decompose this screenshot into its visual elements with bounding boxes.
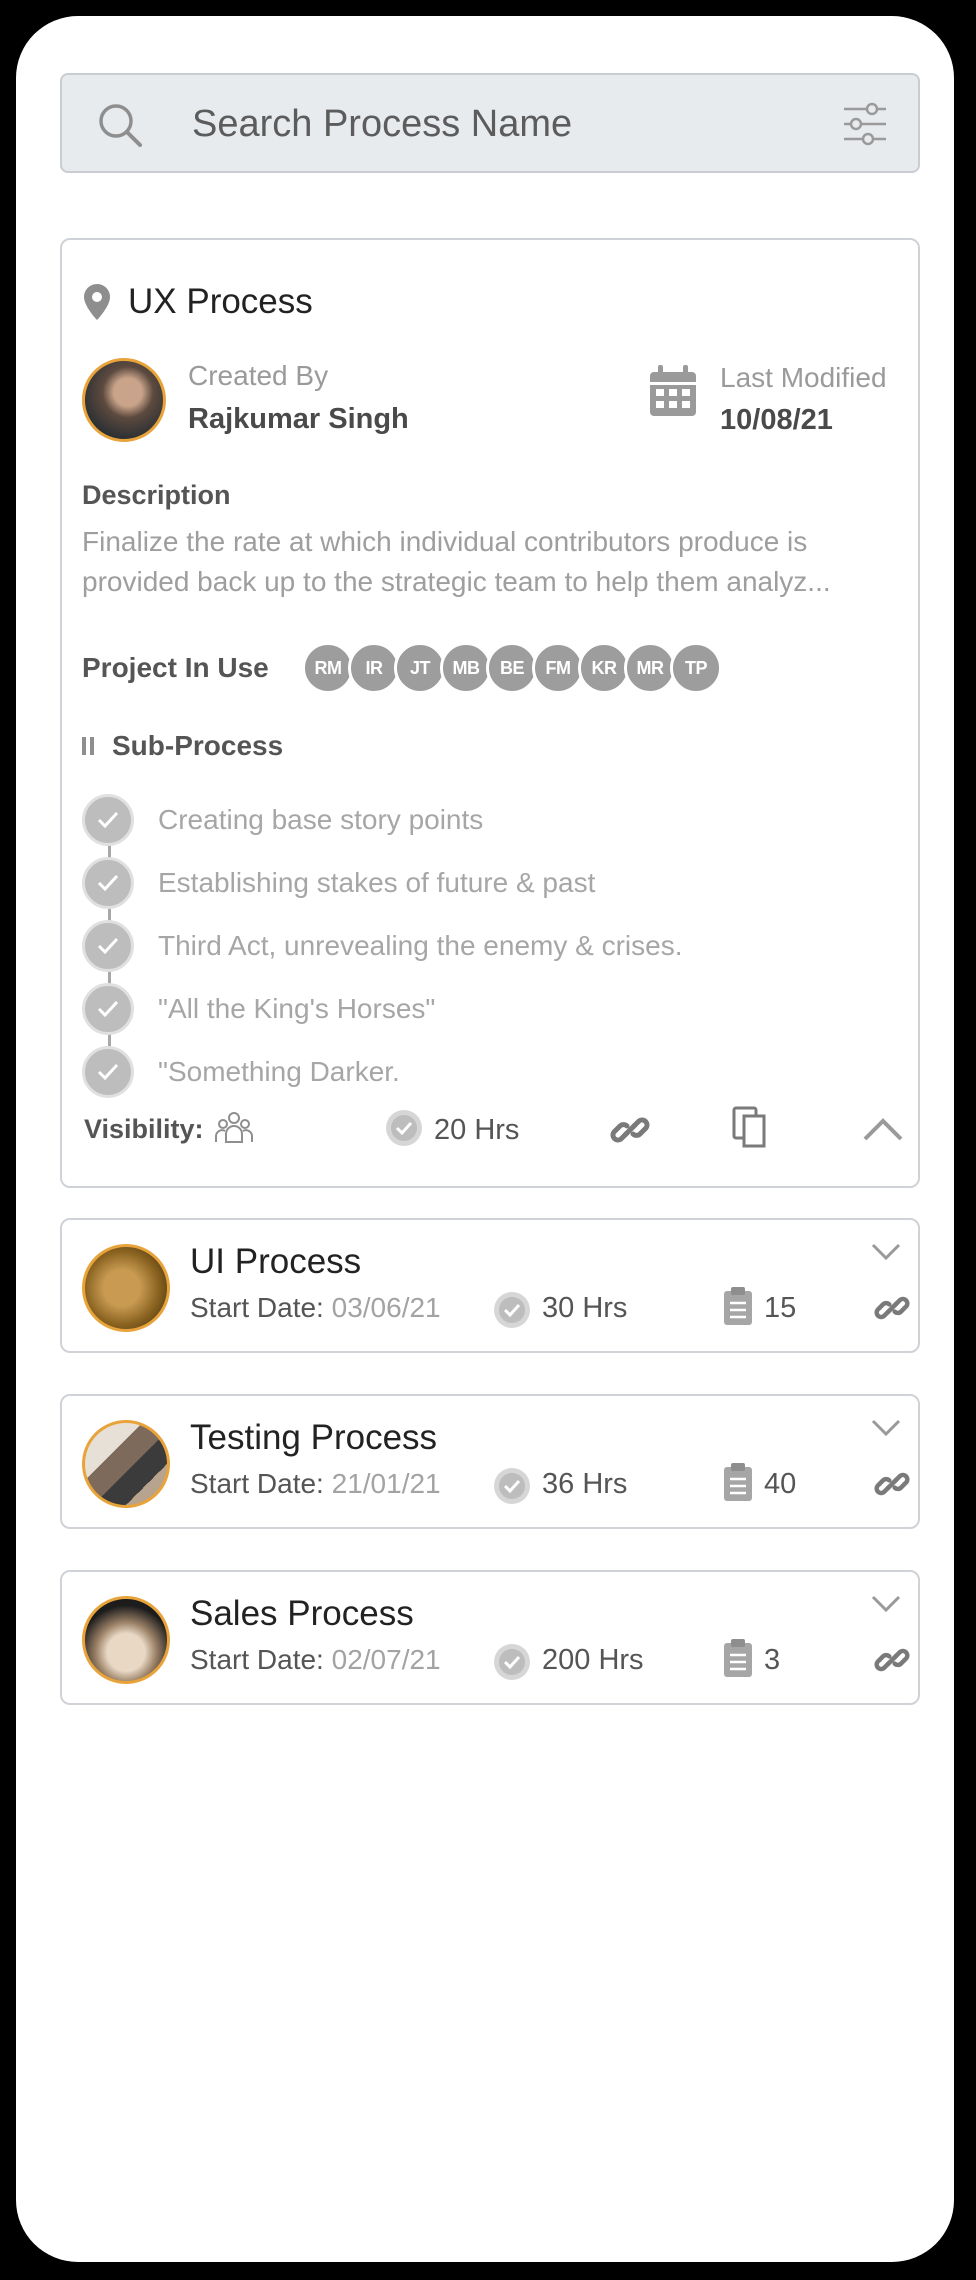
timer-badge-icon [494, 1468, 530, 1504]
timer-badge-icon [494, 1292, 530, 1328]
link-icon[interactable] [874, 1466, 910, 1502]
clipboard-icon [724, 1287, 752, 1325]
last-modified-date: 10/08/21 [720, 404, 833, 436]
card-footer: Visibility: 20 Hrs [62, 1100, 922, 1160]
created-by-label: Created By [188, 360, 329, 391]
chevron-down-icon[interactable] [870, 1594, 902, 1614]
device-frame: UX Process Created By Rajkumar Singh Las… [6, 6, 964, 2272]
filter-sliders-icon[interactable] [842, 101, 888, 147]
check-circle-icon [82, 1046, 134, 1098]
sub-process-text: Establishing stakes of future & past [158, 867, 596, 898]
avatar [82, 1596, 170, 1684]
start-date-label: Start Date: [190, 1468, 324, 1499]
hours-text: 30 Hrs [542, 1292, 628, 1324]
check-circle-icon [82, 920, 134, 972]
sub-process-text: "All the King's Horses" [158, 993, 436, 1024]
process-title: Sales Process [190, 1594, 414, 1633]
description-label: Description [82, 480, 231, 510]
chevron-down-icon[interactable] [870, 1418, 902, 1438]
link-icon[interactable] [874, 1642, 910, 1678]
process-card[interactable]: UI Process Start Date: 03/06/21 30 Hrs 1… [60, 1218, 920, 1353]
process-title: Testing Process [190, 1418, 438, 1457]
search-bar[interactable] [60, 73, 920, 173]
hours-text: 20 Hrs [434, 1114, 520, 1146]
created-by-name: Rajkumar Singh [188, 403, 409, 435]
project-chip[interactable]: IR [348, 642, 400, 694]
sub-process-text: Creating base story points [158, 804, 484, 835]
copy-icon[interactable] [730, 1104, 770, 1148]
check-circle-icon [82, 794, 134, 846]
process-title: UX Process [128, 282, 313, 321]
clipboard-icon [724, 1463, 752, 1501]
sub-process-text: "Something Darker. [158, 1056, 400, 1087]
project-chip[interactable]: BE [486, 642, 538, 694]
sub-process-header: Sub-Process [82, 730, 283, 762]
sub-process-step[interactable]: Creating base story points [82, 794, 483, 846]
last-modified-label: Last Modified [720, 362, 887, 393]
timer-badge-icon [494, 1644, 530, 1680]
sub-process-label: Sub-Process [112, 730, 284, 761]
process-card-expanded[interactable]: UX Process Created By Rajkumar Singh Las… [60, 238, 920, 1188]
start-date: Start Date: 03/06/21 [190, 1292, 441, 1324]
project-chip[interactable]: FM [532, 642, 584, 694]
sub-process-step[interactable]: Establishing stakes of future & past [82, 857, 595, 909]
process-title: UI Process [190, 1242, 362, 1281]
hours-text: 36 Hrs [542, 1468, 628, 1500]
clipboard-icon [724, 1639, 752, 1677]
hours-text: 200 Hrs [542, 1644, 644, 1676]
start-date: Start Date: 21/01/21 [190, 1468, 441, 1500]
start-date-value: 21/01/21 [331, 1468, 441, 1499]
start-date-label: Start Date: [190, 1292, 324, 1323]
link-icon[interactable] [610, 1110, 650, 1150]
project-chip[interactable]: KR [578, 642, 630, 694]
count-text: 40 [764, 1468, 797, 1500]
start-date-value: 03/06/21 [331, 1292, 441, 1323]
link-icon[interactable] [874, 1290, 910, 1326]
project-chip[interactable]: JT [394, 642, 446, 694]
avatar [82, 1420, 170, 1508]
search-icon [99, 104, 142, 147]
sub-process-step[interactable]: "All the King's Horses" [82, 983, 435, 1035]
location-pin-icon [84, 284, 110, 320]
start-date-label: Start Date: [190, 1644, 324, 1675]
project-chip[interactable]: TP [670, 642, 722, 694]
pause-bars-icon [82, 737, 94, 755]
project-chips: RM IR JT MB BE FM KR MR TP [302, 642, 722, 694]
project-chip[interactable]: RM [302, 642, 354, 694]
project-chip[interactable]: MB [440, 642, 492, 694]
visibility-label: Visibility: [84, 1114, 204, 1144]
start-date-value: 02/07/21 [331, 1644, 441, 1675]
chevron-down-icon[interactable] [870, 1242, 902, 1262]
sub-process-text: Third Act, unrevealing the enemy & crise… [158, 930, 683, 961]
description-text: Finalize the rate at which individual co… [82, 526, 831, 597]
process-card[interactable]: Testing Process Start Date: 21/01/21 36 … [60, 1394, 920, 1529]
sub-process-step[interactable]: Third Act, unrevealing the enemy & crise… [82, 920, 682, 972]
check-circle-icon [82, 983, 134, 1035]
process-card[interactable]: Sales Process Start Date: 02/07/21 200 H… [60, 1570, 920, 1705]
chevron-up-icon[interactable] [862, 1116, 904, 1142]
count-text: 15 [764, 1292, 797, 1324]
sub-process-step[interactable]: "Something Darker. [82, 1046, 400, 1098]
start-date: Start Date: 02/07/21 [190, 1644, 441, 1676]
count-text: 3 [764, 1644, 781, 1676]
avatar [82, 1244, 170, 1332]
screen: UX Process Created By Rajkumar Singh Las… [16, 16, 954, 2262]
team-icon[interactable] [214, 1110, 254, 1144]
card-title-row: UX Process [84, 282, 313, 322]
avatar [82, 358, 166, 442]
search-input[interactable] [190, 95, 794, 153]
project-chip[interactable]: MR [624, 642, 676, 694]
project-in-use-label: Project In Use [82, 652, 269, 683]
calendar-icon [650, 365, 696, 416]
timer-badge-icon [386, 1110, 422, 1146]
check-circle-icon [82, 857, 134, 909]
